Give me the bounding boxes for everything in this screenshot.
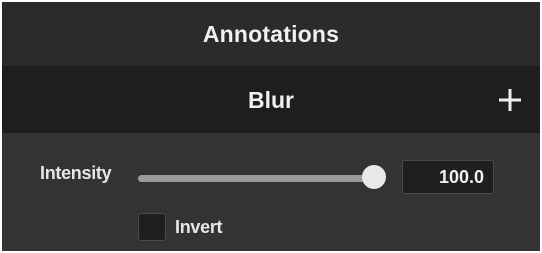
panel-header: Annotations xyxy=(2,2,540,67)
effect-title: Blur xyxy=(248,86,294,113)
effect-properties: Intensity Invert xyxy=(2,133,540,251)
annotations-panel: Annotations Blur Intensity Invert xyxy=(2,2,540,251)
panel-title: Annotations xyxy=(202,20,340,47)
invert-checkbox[interactable] xyxy=(138,213,166,241)
plus-icon xyxy=(499,89,521,111)
slider-thumb[interactable] xyxy=(362,165,386,189)
intensity-slider[interactable] xyxy=(138,163,390,193)
effect-header: Blur xyxy=(2,67,540,133)
intensity-value-field[interactable] xyxy=(402,160,494,194)
invert-label: Invert xyxy=(175,216,223,237)
intensity-label: Intensity xyxy=(40,163,112,183)
invert-option[interactable]: Invert xyxy=(138,211,223,243)
slider-fill xyxy=(138,175,374,182)
add-effect-button[interactable] xyxy=(494,84,526,116)
